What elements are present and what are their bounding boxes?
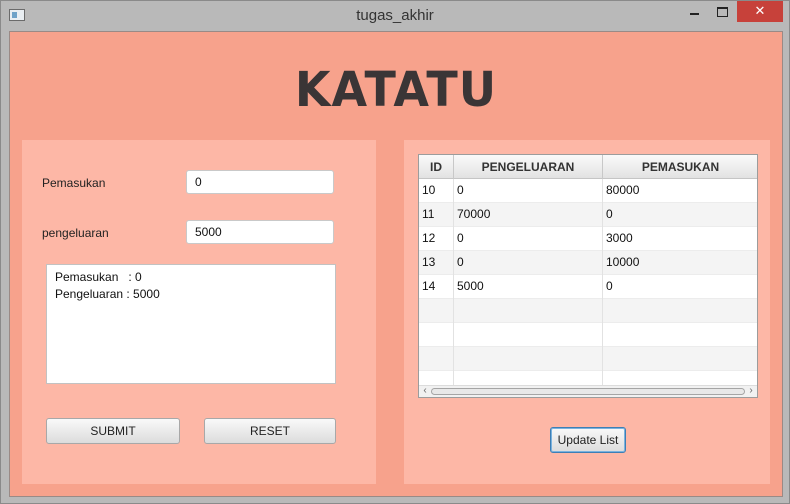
app-logo: KATATU (294, 60, 498, 118)
scroll-right-icon[interactable]: › (746, 385, 756, 397)
cell-pengeluaran: 70000 (454, 203, 603, 227)
window-title: tugas_akhir (356, 7, 434, 24)
cell-id: 13 (419, 251, 454, 275)
reset-button[interactable]: RESET (204, 418, 336, 444)
minimize-button[interactable] (681, 1, 707, 22)
cell-pengeluaran: 0 (454, 227, 603, 251)
main-content: KATATU Pemasukan pengeluaran Pemasukan :… (9, 31, 783, 497)
cell-pemasukan (603, 323, 757, 347)
cell-pengeluaran: 0 (454, 251, 603, 275)
table-row[interactable] (419, 347, 757, 371)
cell-id: 14 (419, 275, 454, 299)
table-row[interactable]: 12 0 3000 (419, 227, 757, 251)
cell-pemasukan: 10000 (603, 251, 757, 275)
pengeluaran-label: pengeluaran (42, 226, 109, 240)
cell-id (419, 347, 454, 371)
cell-pemasukan: 3000 (603, 227, 757, 251)
cell-pemasukan (603, 299, 757, 323)
cell-id: 12 (419, 227, 454, 251)
cell-id (419, 299, 454, 323)
pemasukan-label: Pemasukan (42, 176, 106, 190)
input-panel: Pemasukan pengeluaran Pemasukan : 0 Peng… (22, 140, 376, 484)
scrollbar-thumb[interactable] (431, 388, 745, 395)
column-header-pemasukan[interactable]: PEMASUKAN (603, 155, 757, 179)
cell-pemasukan (603, 347, 757, 371)
pemasukan-input[interactable] (186, 170, 334, 194)
table-row[interactable]: 13 0 10000 (419, 251, 757, 275)
cell-pemasukan: 0 (603, 275, 757, 299)
submit-button[interactable]: SUBMIT (46, 418, 180, 444)
title-bar[interactable]: tugas_akhir ✕ (1, 1, 789, 31)
table-row[interactable]: 11 70000 0 (419, 203, 757, 227)
table-row[interactable] (419, 323, 757, 347)
cell-id: 11 (419, 203, 454, 227)
table-header: ID PENGELUARAN PEMASUKAN (419, 155, 757, 179)
list-panel: ID PENGELUARAN PEMASUKAN 10 0 80000 11 70000… (404, 140, 770, 484)
pengeluaran-input[interactable] (186, 220, 334, 244)
table-row[interactable]: 14 5000 0 (419, 275, 757, 299)
cell-pengeluaran (454, 347, 603, 371)
cell-pengeluaran: 5000 (454, 275, 603, 299)
app-window: tugas_akhir ✕ KATATU Pemasukan pengeluar… (0, 0, 790, 504)
maximize-button[interactable] (709, 1, 735, 22)
column-header-id[interactable]: ID (419, 155, 454, 179)
scroll-left-icon[interactable]: ‹ (420, 385, 430, 397)
cell-pengeluaran (454, 323, 603, 347)
cell-id (419, 323, 454, 347)
cell-pengeluaran (454, 299, 603, 323)
cell-id: 10 (419, 179, 454, 203)
table-row[interactable] (419, 299, 757, 323)
update-list-button[interactable]: Update List (550, 427, 626, 453)
records-table[interactable]: ID PENGELUARAN PEMASUKAN 10 0 80000 11 70000… (418, 154, 758, 398)
cell-pengeluaran: 0 (454, 179, 603, 203)
column-header-pengeluaran[interactable]: PENGELUARAN (454, 155, 603, 179)
horizontal-scrollbar[interactable]: ‹ › (419, 385, 757, 397)
cell-pemasukan: 0 (603, 203, 757, 227)
close-button[interactable]: ✕ (737, 1, 783, 22)
table-row[interactable]: 10 0 80000 (419, 179, 757, 203)
summary-textarea[interactable]: Pemasukan : 0 Pengeluaran : 5000 (46, 264, 336, 384)
cell-pemasukan: 80000 (603, 179, 757, 203)
